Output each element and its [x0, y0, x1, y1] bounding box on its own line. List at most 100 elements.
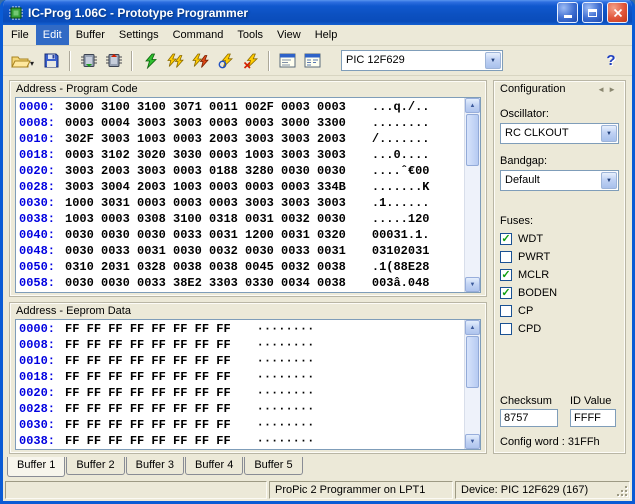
hex-row[interactable]: 0010: 302F 3003 1003 0003 2003 3003 3003 …: [19, 131, 464, 147]
scroll-thumb[interactable]: [466, 336, 479, 388]
fuse-wdt[interactable]: ✓ WDT: [500, 232, 619, 245]
scroll-up-icon[interactable]: ▲: [465, 320, 480, 335]
scroll-track[interactable]: [465, 166, 480, 277]
menu-view[interactable]: View: [270, 25, 308, 45]
hex-row[interactable]: 0018: 0003 3102 3020 3030 0003 1003 3003 …: [19, 147, 464, 163]
blank-check-button[interactable]: [213, 49, 238, 73]
fuse-checkbox[interactable]: [500, 250, 512, 263]
program-code-button[interactable]: [138, 49, 163, 73]
status-left: [5, 481, 267, 499]
bandgap-select[interactable]: Default ▼: [500, 170, 619, 191]
help-button[interactable]: ?: [599, 52, 623, 69]
tab-buffer-4[interactable]: Buffer 4: [184, 457, 244, 475]
hex-row[interactable]: 0028: 3003 3004 2003 1003 0003 0003 0003 …: [19, 179, 464, 195]
fuse-cp[interactable]: CP: [500, 304, 619, 317]
read-all-button[interactable]: [76, 49, 101, 73]
row-address: 0018:: [19, 370, 56, 384]
tab-buffer-5[interactable]: Buffer 5: [244, 457, 303, 475]
hex-row[interactable]: 0010: FF FF FF FF FF FF FF FF ········: [19, 353, 464, 369]
row-ascii: ········: [256, 338, 315, 352]
hex-row[interactable]: 0020: 3003 2003 3003 0003 0188 3280 0030 …: [19, 163, 464, 179]
eeprom-rows[interactable]: 0000: FF FF FF FF FF FF FF FF ········ 0008…: [16, 320, 464, 449]
fuse-checkbox[interactable]: ✓: [500, 268, 512, 281]
hex-row[interactable]: 0018: FF FF FF FF FF FF FF FF ········: [19, 369, 464, 385]
fuse-pwrt[interactable]: PWRT: [500, 250, 619, 263]
fuse-label: BODEN: [518, 286, 558, 299]
tab-buffer-3[interactable]: Buffer 3: [125, 457, 184, 475]
scroll-up-icon[interactable]: ▲: [465, 98, 480, 113]
fuse-checkbox[interactable]: ✓: [500, 286, 512, 299]
menu-settings[interactable]: Settings: [112, 25, 166, 45]
hex-row[interactable]: 0038: FF FF FF FF FF FF FF FF ········: [19, 433, 464, 449]
save-button[interactable]: [39, 49, 64, 73]
fuse-checkbox[interactable]: ✓: [500, 232, 512, 245]
row-ascii: .......K: [371, 180, 430, 194]
fuse-mclr[interactable]: ✓ MCLR: [500, 268, 619, 281]
dropdown-arrow-icon[interactable]: ▼: [601, 125, 617, 142]
erase-all-button[interactable]: [238, 49, 263, 73]
scroll-thumb[interactable]: [466, 114, 479, 166]
menu-buffer[interactable]: Buffer: [69, 25, 112, 45]
hex-row[interactable]: 0020: FF FF FF FF FF FF FF FF ········: [19, 385, 464, 401]
fuse-cpd[interactable]: CPD: [500, 322, 619, 335]
row-hex: 3000 3100 3100 3071 0011 002F 0003 0003: [65, 100, 346, 114]
hex-row[interactable]: 0000: FF FF FF FF FF FF FF FF ········: [19, 321, 464, 337]
menu-help[interactable]: Help: [308, 25, 345, 45]
menu-command[interactable]: Command: [166, 25, 231, 45]
scroll-down-icon[interactable]: ▼: [465, 434, 480, 449]
menu-edit[interactable]: Edit: [35, 25, 69, 45]
hex-row[interactable]: 0058: 0030 0030 0033 38E2 3303 0330 0034 …: [19, 275, 464, 291]
hex-row[interactable]: 0000: 3000 3100 3100 3071 0011 002F 0003 …: [19, 99, 464, 115]
program-code-caption: Address - Program Code: [16, 83, 138, 95]
hex-row[interactable]: 0040: 0030 0030 0030 0033 0031 1200 0031 …: [19, 227, 464, 243]
assembler-window-button[interactable]: [300, 49, 325, 73]
program-code-scrollbar[interactable]: ▲ ▼: [464, 98, 480, 292]
verify-button[interactable]: [163, 49, 188, 73]
scroll-track[interactable]: [465, 388, 480, 434]
device-select[interactable]: PIC 12F629 ▼: [341, 50, 504, 71]
hex-row[interactable]: 0050: 0310 2031 0328 0038 0038 0045 0032 …: [19, 259, 464, 275]
row-ascii: 03102031: [371, 244, 430, 258]
hex-row[interactable]: 0030: 1000 3031 0003 0003 0003 3003 3003 …: [19, 195, 464, 211]
id-value-field[interactable]: FFFF: [570, 409, 616, 427]
maximize-button[interactable]: [582, 2, 603, 23]
close-button[interactable]: [607, 2, 628, 23]
bandgap-label: Bandgap:: [500, 155, 548, 167]
hex-row[interactable]: 0008: FF FF FF FF FF FF FF FF ········: [19, 337, 464, 353]
menu-tools[interactable]: Tools: [230, 25, 270, 45]
minimize-icon: [563, 15, 572, 18]
code-window-button[interactable]: [275, 49, 300, 73]
minimize-button[interactable]: [557, 2, 578, 23]
hex-row[interactable]: 0038: 1003 0003 0308 3100 0318 0031 0032 …: [19, 211, 464, 227]
config-prev-icon[interactable]: ◄: [597, 85, 608, 94]
hex-row[interactable]: 0030: FF FF FF FF FF FF FF FF ········: [19, 417, 464, 433]
row-hex: 1003 0003 0308 3100 0318 0031 0032 0030: [65, 212, 346, 226]
program-all-button[interactable]: [101, 49, 126, 73]
scroll-down-icon[interactable]: ▼: [465, 277, 480, 292]
tab-buffer-2[interactable]: Buffer 2: [66, 457, 125, 475]
eeprom-scrollbar[interactable]: ▲ ▼: [464, 320, 480, 449]
hex-row[interactable]: 0008: 0003 0004 3003 3003 0003 0003 3000 …: [19, 115, 464, 131]
dropdown-arrow-icon[interactable]: ▼: [485, 52, 502, 69]
fuse-label: MCLR: [518, 268, 550, 281]
fuse-boden[interactable]: ✓ BODEN: [500, 286, 619, 299]
menu-file[interactable]: File: [4, 25, 36, 45]
write-chip-icon: [105, 54, 122, 67]
resize-grip[interactable]: [616, 485, 629, 498]
assembler-window-icon: [304, 53, 321, 68]
tab-buffer-1[interactable]: Buffer 1: [7, 457, 66, 477]
oscillator-select[interactable]: RC CLKOUT ▼: [500, 123, 619, 144]
eeprom-data-group: Address - Eeprom Data 0000: FF FF FF FF F…: [9, 302, 487, 454]
program-code-rows[interactable]: 0000: 3000 3100 3100 3071 0011 002F 0003 …: [16, 98, 464, 292]
open-dropdown-icon[interactable]: ▾: [30, 59, 34, 68]
config-next-icon[interactable]: ►: [608, 85, 619, 94]
title-bar[interactable]: IC-Prog 1.06C - Prototype Programmer: [3, 0, 632, 25]
hex-row[interactable]: 0048: 0030 0033 0031 0030 0032 0030 0033 …: [19, 243, 464, 259]
hex-row[interactable]: 0028: FF FF FF FF FF FF FF FF ········: [19, 401, 464, 417]
row-hex: FF FF FF FF FF FF FF FF: [65, 434, 231, 448]
fuse-checkbox[interactable]: [500, 304, 512, 317]
program-data-button[interactable]: [188, 49, 213, 73]
fuse-checkbox[interactable]: [500, 322, 512, 335]
dropdown-arrow-icon[interactable]: ▼: [601, 172, 617, 189]
row-hex: 0030 0030 0030 0033 0031 1200 0031 0320: [65, 228, 346, 242]
